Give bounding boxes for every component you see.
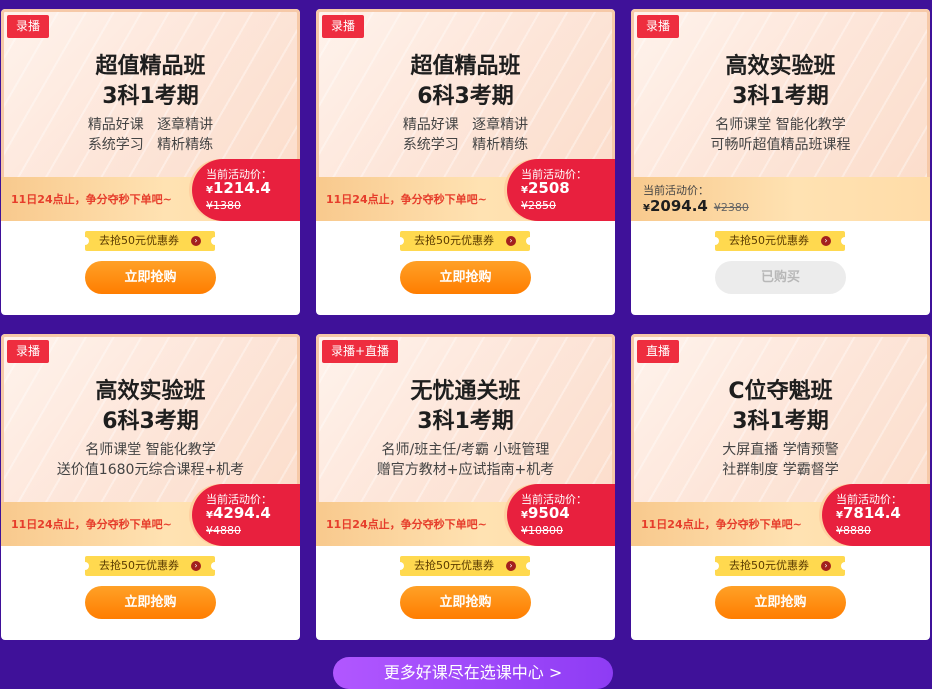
current-price: ¥4294.4 (206, 504, 271, 522)
course-type-tag: 录播 (7, 15, 50, 38)
course-title: C位夺魁班 (728, 379, 833, 404)
price-box: 当前活动价： ¥1214.4 ¥1380 (192, 159, 300, 221)
course-feature-1: 精品好课 逐章精讲 (87, 117, 214, 133)
coupon-label: 去抢50元优惠券 (729, 559, 809, 572)
course-term: 3科1考期 (417, 409, 514, 434)
price-value: 9504 (527, 504, 570, 522)
original-price: ¥1380 (206, 199, 241, 212)
yen-sign: ¥ (836, 510, 843, 521)
course-feature-2: 赠官方教材+应试指南+机考 (376, 462, 555, 478)
promo-text: 11日24点止，争分夺秒下单吧~ (11, 193, 172, 206)
original-price: ¥8880 (836, 524, 871, 537)
chevron-right-icon: › (506, 236, 516, 246)
course-title: 超值精品班 (410, 54, 521, 79)
coupon-button[interactable]: 去抢50元优惠券 › (396, 556, 534, 576)
course-card: 录播+直播 无忧通关班 3科1考期 名师/班主任/考霸 小班管理 赠官方教材+应… (316, 334, 615, 640)
chevron-right-icon: › (821, 561, 831, 571)
course-title: 超值精品班 (95, 54, 206, 79)
course-feature-1: 精品好课 逐章精讲 (402, 117, 529, 133)
current-price: ¥2094.4 ¥2380 (643, 197, 749, 215)
price-box: 当前活动价： ¥9504 ¥10800 (507, 484, 615, 546)
price-box: 当前活动价： ¥2508 ¥2850 (507, 159, 615, 221)
coupon-button[interactable]: 去抢50元优惠券 › (81, 231, 219, 251)
more-courses-button[interactable]: 更多好课尽在选课中心 > (333, 657, 613, 689)
yen-sign: ¥ (206, 510, 213, 521)
promo-text: 11日24点止，争分夺秒下单吧~ (11, 518, 172, 531)
coupon-label: 去抢50元优惠券 (99, 559, 179, 572)
course-feature-1: 大屏直播 学情预警 (722, 442, 839, 458)
price-value: 2094.4 (649, 197, 708, 215)
course-feature-2: 社群制度 学霸督学 (722, 462, 839, 478)
course-title: 高效实验班 (95, 379, 206, 404)
course-feature-2: 可畅听超值精品班课程 (710, 137, 851, 153)
course-feature-1: 名师/班主任/考霸 小班管理 (381, 442, 550, 458)
course-type-tag: 直播 (637, 340, 680, 363)
buy-now-button[interactable]: 立即抢购 (400, 261, 531, 294)
current-price: ¥7814.4 (836, 504, 901, 522)
yen-sign: ¥ (521, 185, 528, 196)
course-term: 3科1考期 (732, 409, 829, 434)
course-feature-2: 系统学习 精析精练 (87, 137, 214, 153)
chevron-right-icon: › (191, 236, 201, 246)
promo-text: 11日24点止，争分夺秒下单吧~ (641, 518, 802, 531)
course-type-tag: 录播 (322, 15, 365, 38)
price-value: 7814.4 (842, 504, 901, 522)
yen-sign: ¥ (643, 203, 650, 214)
yen-sign: ¥ (206, 185, 213, 196)
course-type-tag: 录播 (7, 340, 50, 363)
course-card: 直播 C位夺魁班 3科1考期 大屏直播 学情预警 社群制度 学霸督学 11日24… (631, 334, 930, 640)
price-label: 当前活动价： (643, 184, 709, 197)
coupon-label: 去抢50元优惠券 (414, 559, 494, 572)
original-price: ¥10800 (521, 524, 563, 537)
buy-now-button[interactable]: 立即抢购 (85, 261, 216, 294)
original-price: ¥2380 (713, 201, 749, 214)
buy-now-button[interactable]: 立即抢购 (400, 586, 531, 619)
coupon-button[interactable]: 去抢50元优惠券 › (711, 231, 849, 251)
course-feature-2: 送价值1680元综合课程+机考 (56, 462, 245, 478)
course-term: 3科1考期 (102, 84, 199, 109)
buy-now-button[interactable]: 立即抢购 (85, 586, 216, 619)
price-box: 当前活动价： ¥4294.4 ¥4880 (192, 484, 300, 546)
promo-text: 11日24点止，争分夺秒下单吧~ (326, 193, 487, 206)
promo-text: 11日24点止，争分夺秒下单吧~ (326, 518, 487, 531)
course-title: 无忧通关班 (410, 379, 521, 404)
original-price: ¥2850 (521, 199, 556, 212)
coupon-label: 去抢50元优惠券 (729, 234, 809, 247)
price-value: 1214.4 (212, 179, 271, 197)
course-title: 高效实验班 (725, 54, 836, 79)
course-card: 录播 高效实验班 6科3考期 名师课堂 智能化教学 送价值1680元综合课程+机… (1, 334, 300, 640)
course-term: 3科1考期 (732, 84, 829, 109)
chevron-right-icon: › (506, 561, 516, 571)
original-price: ¥4880 (206, 524, 241, 537)
current-price: ¥2508 (521, 179, 570, 197)
current-price: ¥9504 (521, 504, 570, 522)
course-feature-2: 系统学习 精析精练 (402, 137, 529, 153)
course-term: 6科3考期 (102, 409, 199, 434)
price-value: 4294.4 (212, 504, 271, 522)
course-type-tag: 录播+直播 (322, 340, 399, 363)
coupon-button[interactable]: 去抢50元优惠券 › (396, 231, 534, 251)
current-price: ¥1214.4 (206, 179, 271, 197)
coupon-button[interactable]: 去抢50元优惠券 › (711, 556, 849, 576)
yen-sign: ¥ (521, 510, 528, 521)
course-card: 录播 超值精品班 6科3考期 精品好课 逐章精讲 系统学习 精析精练 11日24… (316, 9, 615, 315)
course-card: 录播 高效实验班 3科1考期 名师课堂 智能化教学 可畅听超值精品班课程 当前活… (631, 9, 930, 315)
buy-now-button[interactable]: 立即抢购 (715, 586, 846, 619)
course-card: 录播 超值精品班 3科1考期 精品好课 逐章精讲 系统学习 精析精练 11日24… (1, 9, 300, 315)
course-type-tag: 录播 (637, 15, 680, 38)
course-term: 6科3考期 (417, 84, 514, 109)
price-box: 当前活动价： ¥7814.4 ¥8880 (822, 484, 930, 546)
coupon-label: 去抢50元优惠券 (414, 234, 494, 247)
chevron-right-icon: › (821, 236, 831, 246)
chevron-right-icon: › (191, 561, 201, 571)
purchased-button: 已购买 (715, 261, 846, 294)
price-value: 2508 (527, 179, 570, 197)
course-feature-1: 名师课堂 智能化教学 (715, 117, 846, 133)
price-band: 当前活动价： ¥2094.4 ¥2380 (631, 177, 930, 221)
course-feature-1: 名师课堂 智能化教学 (85, 442, 216, 458)
coupon-button[interactable]: 去抢50元优惠券 › (81, 556, 219, 576)
coupon-label: 去抢50元优惠券 (99, 234, 179, 247)
